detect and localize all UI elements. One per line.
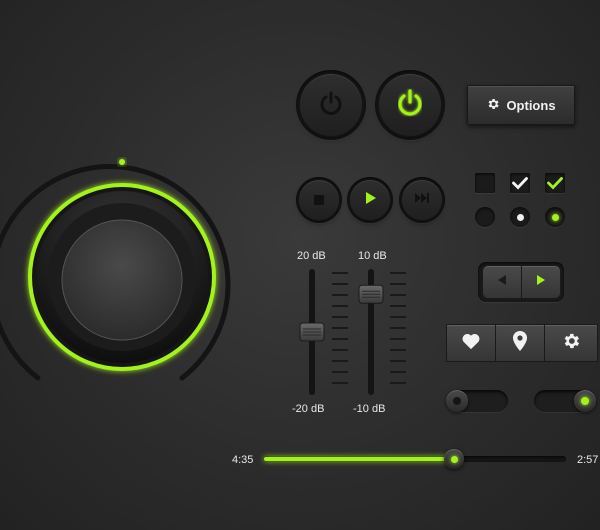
pager-next-button[interactable] [521, 265, 561, 299]
radio-selected[interactable] [510, 207, 530, 227]
power-icon [318, 90, 344, 121]
radio-selected-accent[interactable] [545, 207, 565, 227]
gear-icon [486, 97, 500, 114]
settings-button[interactable] [544, 324, 598, 362]
fader-1-top-label: 20 dB [297, 250, 326, 262]
checkbox-unchecked[interactable] [475, 173, 495, 193]
gear-icon [561, 331, 581, 356]
fader-1-bottom-label: -20 dB [292, 403, 325, 415]
favorite-button[interactable] [446, 324, 496, 362]
checkbox-checked-accent[interactable] [545, 173, 565, 193]
fader-1-handle[interactable] [299, 322, 325, 342]
options-button[interactable]: Options [467, 85, 575, 125]
next-button[interactable] [402, 180, 442, 220]
power-on-button[interactable] [379, 74, 441, 136]
fader-2-top-label: 10 dB [358, 250, 387, 262]
fader-2-bottom-label: -10 dB [353, 403, 386, 415]
knob-indicator-led [119, 159, 125, 165]
location-button[interactable] [495, 324, 545, 362]
toggle-off[interactable] [446, 390, 508, 412]
power-off-button[interactable] [300, 74, 362, 136]
toggle-on[interactable] [534, 390, 596, 412]
stop-icon [314, 195, 324, 205]
arrow-right-icon [536, 273, 546, 291]
stop-button[interactable] [299, 180, 339, 220]
pager-prev-button[interactable] [482, 265, 522, 299]
volume-knob[interactable] [0, 150, 250, 390]
power-icon [395, 88, 425, 123]
heart-icon [461, 332, 481, 355]
arrow-left-icon [497, 273, 507, 291]
check-icon [512, 177, 528, 190]
options-label: Options [506, 97, 556, 113]
toggle-knob [446, 390, 468, 412]
fader-2-handle[interactable] [358, 284, 384, 304]
checkbox-checked[interactable] [510, 173, 530, 193]
skip-forward-icon [414, 191, 430, 209]
play-icon [362, 190, 378, 211]
progress-thumb[interactable] [444, 449, 465, 469]
check-icon [547, 177, 563, 190]
radio-unselected[interactable] [475, 207, 495, 227]
progress-fill [264, 457, 455, 461]
toggle-knob [574, 390, 596, 412]
play-button[interactable] [350, 180, 390, 220]
elapsed-time: 4:35 [232, 454, 254, 466]
remaining-time: 2:57 [577, 454, 599, 466]
fader-group [290, 265, 410, 400]
map-pin-icon [513, 330, 527, 356]
progress-track[interactable] [264, 449, 566, 469]
